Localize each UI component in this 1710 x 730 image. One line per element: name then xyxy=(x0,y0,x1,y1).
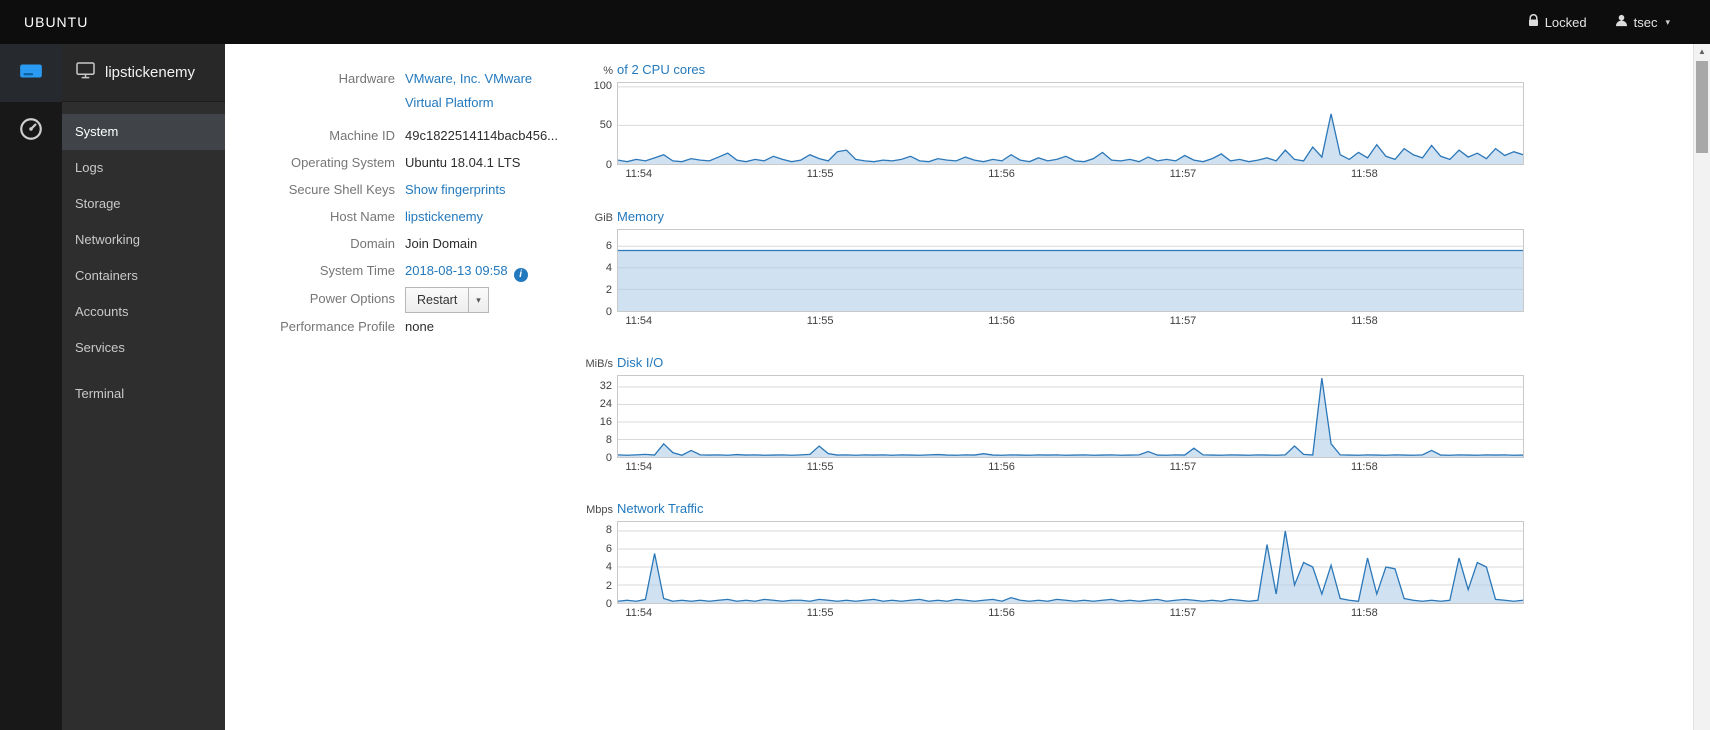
machine-id-label: Machine ID xyxy=(329,128,395,143)
chevron-down-icon: ▾ xyxy=(1665,16,1670,27)
cpu-x-axis: 11:54 11:55 11:56 11:57 11:58 xyxy=(625,168,1378,180)
system-time-label: System Time xyxy=(319,263,395,278)
main-content: Hardware VMware, Inc. VMware Virtual Pla… xyxy=(225,44,1693,730)
info-row-power-options: Power Options Restart ▾ xyxy=(225,284,625,313)
network-traffic-graph: 02468 xyxy=(606,521,1524,610)
info-row-ssh-keys: Secure Shell Keys Show fingerprints xyxy=(225,176,625,203)
sidebar-item-services[interactable]: Services xyxy=(62,330,225,366)
info-row-system-time: System Time 2018-08-13 09:58 i xyxy=(225,257,625,284)
sidebar-item-networking[interactable]: Networking xyxy=(62,222,225,258)
network-unit-label: Mbps xyxy=(586,504,613,516)
info-row-hardware: Hardware VMware, Inc. VMware Virtual Pla… xyxy=(225,65,625,116)
info-row-performance-profile: Performance Profile none xyxy=(225,313,625,340)
host-name-label: lipstickenemy xyxy=(105,64,196,81)
scrollbar-thumb[interactable] xyxy=(1696,61,1708,153)
user-name: tsec xyxy=(1633,14,1658,30)
sidebar: lipstickenemy System Logs Storage Networ… xyxy=(62,44,225,730)
power-options-caret-button[interactable]: ▾ xyxy=(469,287,489,313)
info-row-domain: Domain Join Domain xyxy=(225,230,625,257)
memory-unit-label: GiB xyxy=(594,212,613,224)
os-label: Operating System xyxy=(290,155,395,170)
system-time-link[interactable]: 2018-08-13 09:58 xyxy=(405,263,508,278)
info-row-os: Operating System Ubuntu 18.04.1 LTS xyxy=(225,149,625,176)
disk-io-x-axis: 11:54 11:55 11:56 11:57 11:58 xyxy=(625,461,1378,473)
performance-profile-label: Performance Profile xyxy=(280,319,395,334)
machines-icon xyxy=(18,58,44,89)
sidebar-item-containers[interactable]: Containers xyxy=(62,258,225,294)
dashboard-gauge-icon xyxy=(18,116,44,147)
join-domain-value[interactable]: Join Domain xyxy=(405,230,477,257)
host-selector[interactable]: lipstickenemy xyxy=(62,44,225,102)
sidebar-item-system[interactable]: System xyxy=(62,114,225,150)
power-options-group: Restart ▾ xyxy=(405,287,489,313)
system-info-panel: Hardware VMware, Inc. VMware Virtual Pla… xyxy=(225,65,625,340)
network-x-axis: 11:54 11:55 11:56 11:57 11:58 xyxy=(625,607,1378,619)
user-menu[interactable]: tsec ▾ xyxy=(1615,14,1670,30)
cpu-graph: 0 50 100 xyxy=(594,80,1524,171)
topbar-right: Locked tsec ▾ xyxy=(1528,14,1710,30)
machine-id-value: 49c1822514114bacb456... xyxy=(405,128,559,143)
scroll-up-arrow[interactable]: ▲ xyxy=(1694,44,1710,60)
disk-io-chart-head: MiB/s Disk I/O xyxy=(580,355,1524,370)
sidebar-item-storage[interactable]: Storage xyxy=(62,186,225,222)
sidebar-menu: System Logs Storage Networking Container… xyxy=(62,102,225,412)
app-switcher-rail xyxy=(0,44,62,730)
disk-io-graph: 0 8 16 24 32 xyxy=(600,375,1524,464)
domain-label: Domain xyxy=(350,236,395,251)
info-row-machine-id: Machine ID 49c1822514114bacb456... xyxy=(225,122,625,149)
brand-logo[interactable]: UBUNTU xyxy=(0,14,88,30)
scrollbar[interactable]: ▲ xyxy=(1693,44,1710,730)
disk-io-chart: MiB/s Disk I/O 0 8 16 24 32 11:54 11:55 11:56 1… xyxy=(580,355,1524,474)
rail-item-machines[interactable] xyxy=(0,44,62,102)
hardware-link[interactable]: VMware, Inc. VMware Virtual Platform xyxy=(405,65,555,115)
network-traffic-chart-head: Mbps Network Traffic xyxy=(580,501,1524,516)
sidebar-item-terminal[interactable]: Terminal xyxy=(62,376,225,412)
cpu-chart: % of 2 CPU cores 0 50 100 11:54 11:55 11:56 1… xyxy=(580,62,1524,181)
host-name-field-label: Host Name xyxy=(329,209,395,224)
hardware-label: Hardware xyxy=(338,71,395,86)
network-traffic-chart-link[interactable]: Network Traffic xyxy=(617,501,703,516)
user-icon xyxy=(1615,14,1628,30)
info-row-host-name: Host Name lipstickenemy xyxy=(225,203,625,230)
cpu-chart-link[interactable]: of 2 CPU cores xyxy=(617,62,705,77)
memory-x-axis: 11:54 11:55 11:56 11:57 11:58 xyxy=(625,315,1378,327)
lock-icon xyxy=(1528,14,1539,30)
host-name-link[interactable]: lipstickenemy xyxy=(405,209,483,224)
memory-chart: GiB Memory 0246 11:54 11:55 11:56 11:57 11:5… xyxy=(580,209,1524,328)
sidebar-item-accounts[interactable]: Accounts xyxy=(62,294,225,330)
show-fingerprints-link[interactable]: Show fingerprints xyxy=(405,182,505,197)
rail-item-dashboard[interactable] xyxy=(0,102,62,160)
cpu-chart-head: % of 2 CPU cores xyxy=(580,62,1524,77)
info-icon[interactable]: i xyxy=(513,268,528,282)
memory-chart-head: GiB Memory xyxy=(580,209,1524,224)
locked-label: Locked xyxy=(1544,14,1587,30)
memory-chart-link[interactable]: Memory xyxy=(617,209,664,224)
power-options-label: Power Options xyxy=(309,291,395,306)
disk-io-chart-link[interactable]: Disk I/O xyxy=(617,355,663,370)
ssh-keys-label: Secure Shell Keys xyxy=(288,182,395,197)
top-navigation-bar: UBUNTU Locked tsec ▾ xyxy=(0,0,1710,44)
host-monitor-icon xyxy=(76,61,95,84)
cpu-unit-label: % xyxy=(603,65,613,77)
os-value: Ubuntu 18.04.1 LTS xyxy=(405,155,521,170)
restart-button[interactable]: Restart xyxy=(405,287,470,313)
performance-profile-value: none xyxy=(405,319,434,334)
cockpit-app: UBUNTU Locked tsec ▾ lipstickenemy Syste… xyxy=(0,0,1710,730)
network-traffic-chart: Mbps Network Traffic 02468 11:54 11:55 11:… xyxy=(580,501,1524,620)
locked-indicator[interactable]: Locked xyxy=(1528,14,1587,30)
memory-graph: 0246 xyxy=(606,229,1524,318)
disk-io-unit-label: MiB/s xyxy=(585,358,614,370)
sidebar-item-logs[interactable]: Logs xyxy=(62,150,225,186)
